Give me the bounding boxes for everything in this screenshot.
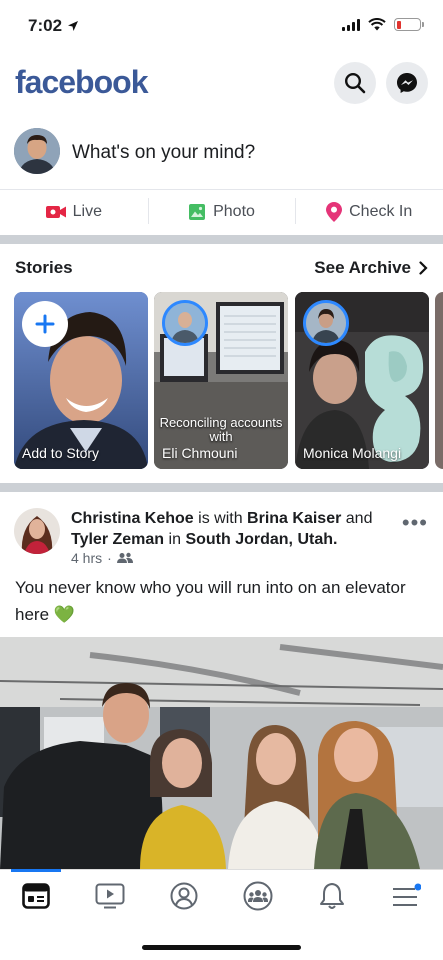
add-story-button[interactable] [22,301,68,347]
messenger-icon [397,73,417,93]
location-arrow-icon [68,21,79,31]
tab-notifications[interactable] [307,878,357,914]
friends-icon [116,552,133,563]
photo-label: Photo [213,203,255,220]
plus-icon [35,314,55,334]
group-photo [0,637,443,869]
story-label: Add to Story [22,445,100,461]
tab-profile[interactable] [159,878,209,914]
tab-news-feed[interactable] [11,878,61,914]
wifi-icon [368,18,386,31]
user-avatar[interactable] [14,128,60,174]
post-options-button[interactable]: ••• [402,510,428,536]
watch-icon [95,883,125,909]
post-composer[interactable]: What's on your mind? [0,122,443,186]
live-button[interactable]: Live [0,190,148,234]
groups-icon [243,881,273,911]
post-photo[interactable] [0,637,443,869]
post-time[interactable]: 4 hrs [71,550,102,566]
notifications-icon [320,883,344,909]
notification-dot [414,883,421,891]
news-feed-icon [22,883,50,909]
time-text: 7:02 [28,16,63,35]
menu-icon [393,883,421,906]
see-archive-link[interactable]: See Archive [314,258,428,278]
tab-watch[interactable] [85,878,135,914]
tagged-person-2[interactable]: Tyler Zeman [71,531,164,548]
messenger-button[interactable] [386,62,428,104]
see-archive-label: See Archive [314,258,411,277]
status-icons [342,18,424,31]
check-in-label: Check In [349,203,413,220]
chevron-right-icon [419,261,428,275]
app-header: facebook [0,58,443,110]
home-indicator[interactable] [142,945,301,950]
story-label: Monica Molangi [303,445,402,461]
active-tab-indicator [11,869,61,872]
story-card-add[interactable]: Add to Story [14,292,148,469]
location-pin-icon [326,202,343,222]
and-text: and [345,510,373,527]
tab-groups[interactable] [233,878,283,914]
section-separator [0,235,443,244]
battery-icon [394,18,424,31]
facebook-logo[interactable]: facebook [15,64,148,101]
search-icon [344,72,366,94]
story-caption: Reconciling accounts with [159,415,283,444]
composer-actions: Live Photo Check In [0,190,443,234]
story-card[interactable]: Monica Molangi [295,292,429,469]
composer-placeholder[interactable]: What's on your mind? [72,142,255,164]
post-meta: 4 hrs · [71,550,133,566]
post-header-text: Christina Kehoe is with Brina Kaiser and… [71,508,391,550]
cellular-signal-icon [342,18,360,31]
post-location[interactable]: South Jordan, Utah. [185,531,337,548]
photo-button[interactable]: Photo [147,190,296,234]
live-video-icon [45,206,66,218]
tab-menu[interactable] [381,878,431,914]
post-text: You never know who you will run into on … [15,578,406,624]
check-in-button[interactable]: Check In [295,190,443,234]
story-avatar [162,300,208,346]
status-bar: 7:02 [0,0,443,52]
dot-separator: · [107,550,112,566]
status-time: 7:02 [28,16,79,36]
story-card[interactable] [435,292,443,469]
stories-title: Stories [15,258,73,277]
post-author-avatar[interactable] [14,508,60,554]
photo-icon [189,204,206,220]
story-card[interactable]: Reconciling accounts with Eli Chmouni [154,292,288,469]
post-author-name[interactable]: Christina Kehoe [71,510,194,527]
search-button[interactable] [334,62,376,104]
in-text: in [168,531,181,548]
section-separator [0,483,443,492]
with-text: is with [198,510,243,527]
live-label: Live [72,203,103,220]
profile-icon [170,882,198,910]
story-avatar [303,300,349,346]
tagged-person-1[interactable]: Brina Kaiser [247,510,341,527]
story-label: Eli Chmouni [162,445,238,461]
